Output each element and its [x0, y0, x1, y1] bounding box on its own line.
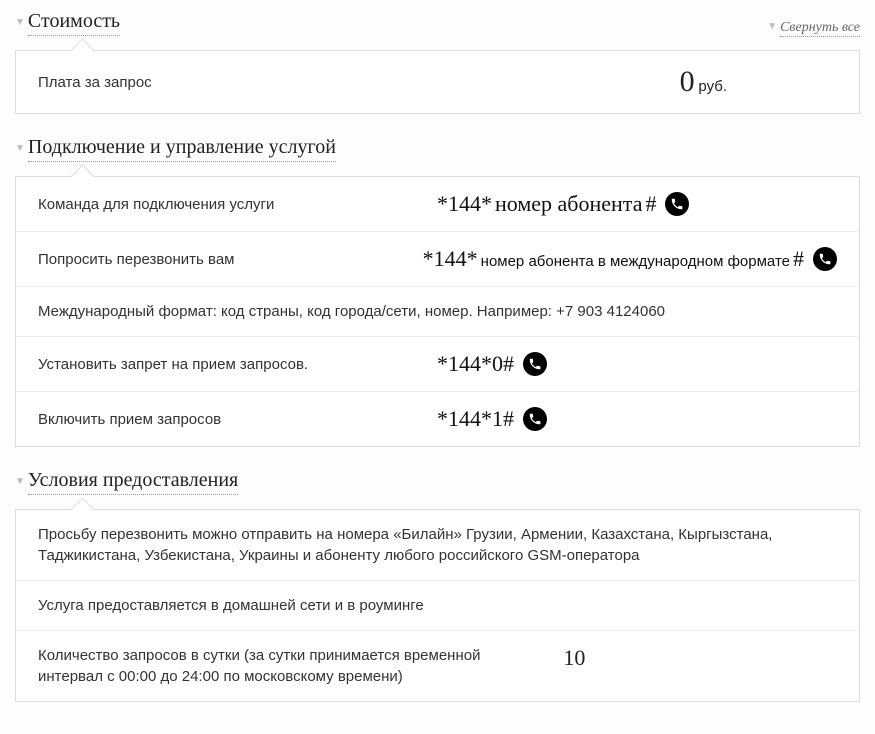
cost-value: 0 руб. — [383, 65, 838, 99]
row-label: Команда для подключения услуги — [38, 194, 437, 215]
section-title-terms[interactable]: Условия предоставления — [28, 469, 238, 495]
panel-cost: Плата за запрос 0 руб. — [15, 50, 860, 114]
code-part: *144*0# — [437, 351, 514, 377]
cost-amount: 0 — [680, 65, 695, 98]
code-part: номер абонента — [495, 191, 642, 217]
manage-row-4: Установить запрет на прием запросов. *14… — [16, 337, 859, 392]
row-label: Попросить перезвонить вам — [38, 249, 423, 270]
section-title-manage[interactable]: Подключение и управление услугой — [28, 136, 336, 162]
terms-row-1: Просьбу перезвонить можно отправить на н… — [16, 510, 859, 581]
panel-manage: Команда для подключения услуги *144*номе… — [15, 176, 860, 447]
terms-row-2: Услуга предоставляется в домашней сети и… — [16, 581, 859, 631]
cost-row: Плата за запрос 0 руб. — [16, 51, 859, 113]
ussd-code: *144*номер абонента в международном форм… — [423, 246, 837, 272]
count-value: 10 — [533, 645, 585, 671]
row-label: Включить прием запросов — [38, 409, 437, 430]
code-part: *144* — [423, 246, 478, 272]
manage-row-3: Международный формат: код страны, код го… — [16, 287, 859, 337]
manage-row-2: Попросить перезвонить вам *144*номер або… — [16, 232, 859, 287]
code-part: *144*1# — [437, 406, 514, 432]
chevron-down-icon[interactable]: ▼ — [15, 476, 25, 487]
code-part: *144* — [437, 191, 492, 217]
chevron-down-icon: ▼ — [767, 21, 777, 32]
ussd-code: *144*0# — [437, 351, 837, 377]
manage-row-1: Команда для подключения услуги *144*номе… — [16, 177, 859, 232]
row-label: Установить запрет на прием запросов. — [38, 354, 437, 375]
phone-icon[interactable] — [665, 192, 689, 216]
code-part: # — [645, 191, 656, 217]
collapse-all-link[interactable]: Свернуть все — [780, 20, 860, 37]
manage-row-5: Включить прием запросов *144*1# — [16, 392, 859, 446]
terms-row-3: Количество запросов в сутки (за сутки пр… — [16, 631, 859, 701]
chevron-down-icon[interactable]: ▼ — [15, 143, 25, 154]
phone-icon[interactable] — [523, 407, 547, 431]
code-part: номер абонента в международном формате — [481, 253, 790, 270]
phone-icon[interactable] — [523, 352, 547, 376]
phone-icon[interactable] — [813, 247, 837, 271]
ussd-code: *144*номер абонента# — [437, 191, 837, 217]
ussd-code: *144*1# — [437, 406, 837, 432]
cost-label: Плата за запрос — [38, 72, 383, 93]
code-part: # — [793, 246, 804, 272]
row-label: Количество запросов в сутки (за сутки пр… — [38, 645, 533, 687]
panel-terms: Просьбу перезвонить можно отправить на н… — [15, 509, 860, 702]
section-title-cost[interactable]: Стоимость — [28, 10, 120, 36]
chevron-down-icon[interactable]: ▼ — [15, 17, 25, 28]
cost-unit: руб. — [698, 78, 727, 95]
